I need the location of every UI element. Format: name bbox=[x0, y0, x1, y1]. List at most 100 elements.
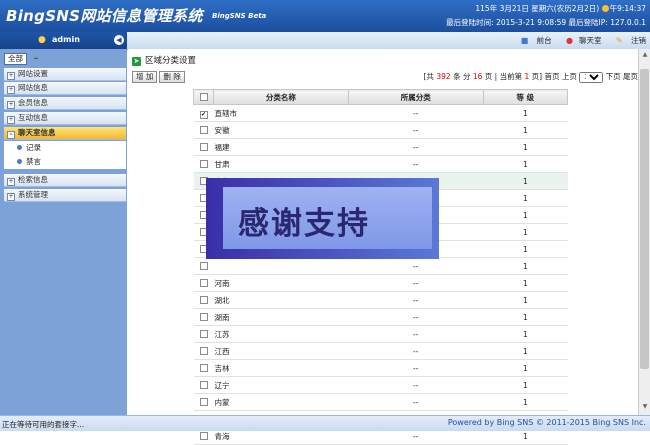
row-checkbox[interactable]: ✔ bbox=[199, 110, 208, 119]
level-cell: 1 bbox=[483, 172, 568, 190]
sidebar-item-site-settings[interactable]: + 网站设置 bbox=[4, 68, 126, 81]
row-select-cell[interactable] bbox=[193, 138, 214, 156]
row-select-cell[interactable] bbox=[193, 359, 214, 377]
collapse-all-icon[interactable]: – bbox=[34, 54, 39, 64]
add-button[interactable]: 增 加 bbox=[132, 71, 158, 83]
row-checkbox[interactable] bbox=[199, 261, 208, 270]
row-select-cell[interactable] bbox=[193, 325, 214, 343]
row-checkbox[interactable] bbox=[199, 142, 208, 151]
category-name-cell: 湖南 bbox=[213, 308, 349, 326]
table-row[interactable]: 辽宁 -- 1 bbox=[193, 376, 568, 394]
category-name-cell: 直辖市 bbox=[213, 104, 349, 122]
row-checkbox[interactable] bbox=[199, 363, 208, 372]
sidebar-item-site-info[interactable]: + 网站信息 bbox=[4, 82, 126, 95]
delete-button[interactable]: 删 除 bbox=[159, 71, 185, 83]
row-checkbox[interactable] bbox=[199, 312, 208, 321]
table-row[interactable]: 江苏 -- 1 bbox=[193, 325, 568, 343]
link-logout[interactable]: ✎ 注销 bbox=[610, 36, 646, 45]
parent-category-cell: -- bbox=[348, 155, 484, 173]
level-cell: 1 bbox=[483, 104, 568, 122]
sidebar-item-search-info[interactable]: + 检索信息 bbox=[4, 174, 126, 187]
select-all-header[interactable] bbox=[193, 89, 214, 105]
link-frontend[interactable]: ■ 前台 bbox=[515, 36, 552, 45]
parent-category-cell: -- bbox=[348, 104, 484, 122]
row-checkbox[interactable] bbox=[199, 329, 208, 338]
table-row[interactable]: 福建 -- 1 bbox=[193, 138, 568, 156]
table-row[interactable]: 江西 -- 1 bbox=[193, 342, 568, 360]
scroll-thumb[interactable] bbox=[640, 69, 649, 369]
level-cell: 1 bbox=[483, 325, 568, 343]
table-row[interactable]: ✔ 直辖市 -- 1 bbox=[193, 104, 568, 122]
submenu-item-records[interactable]: 记录 bbox=[4, 141, 126, 155]
row-checkbox[interactable] bbox=[199, 431, 208, 440]
table-row[interactable]: 湖北 -- 1 bbox=[193, 291, 568, 309]
row-checkbox[interactable] bbox=[199, 295, 208, 304]
row-select-cell[interactable] bbox=[193, 121, 214, 139]
level-cell: 1 bbox=[483, 206, 568, 224]
row-checkbox[interactable] bbox=[199, 125, 208, 134]
table-row[interactable]: 湖南 -- 1 bbox=[193, 308, 568, 326]
collapse-sidebar-icon[interactable]: ◀ bbox=[114, 35, 124, 45]
row-select-cell[interactable] bbox=[193, 393, 214, 411]
last-login-info: 最后登陆时间: 2015-3-21 9:08:59 最后登陆IP: 127.0.… bbox=[446, 18, 646, 27]
expand-all-button[interactable]: 全部 bbox=[4, 53, 27, 65]
pager-next-last[interactable]: 下页 尾页 bbox=[603, 72, 638, 81]
date-text: 115年 3月21日 星期六(农历2月2日) bbox=[475, 4, 600, 13]
table-row[interactable]: 河南 -- 1 bbox=[193, 274, 568, 292]
table-row[interactable]: 内蒙 -- 1 bbox=[193, 393, 568, 411]
copyright-text: Powered by Bing SNS © 2011-2015 Bing SNS… bbox=[447, 418, 646, 427]
row-checkbox[interactable] bbox=[199, 397, 208, 406]
scrollbar[interactable]: ▲ ▼ bbox=[638, 49, 650, 415]
row-checkbox[interactable] bbox=[199, 346, 208, 355]
logout-icon: ✎ bbox=[615, 36, 623, 45]
category-name-cell: 湖北 bbox=[213, 291, 349, 309]
parent-category-cell: -- bbox=[348, 325, 484, 343]
row-select-cell[interactable] bbox=[193, 376, 214, 394]
scroll-down-icon[interactable]: ▼ bbox=[640, 403, 650, 413]
table-row[interactable]: 甘肃 -- 1 bbox=[193, 155, 568, 173]
category-name-cell: 福建 bbox=[213, 138, 349, 156]
row-checkbox[interactable] bbox=[199, 159, 208, 168]
level-cell: 1 bbox=[483, 155, 568, 173]
table-row[interactable]: 吉林 -- 1 bbox=[193, 359, 568, 377]
level-cell: 1 bbox=[483, 342, 568, 360]
row-select-cell[interactable] bbox=[193, 308, 214, 326]
row-select-cell[interactable] bbox=[193, 274, 214, 292]
sidebar-item-chatroom-info[interactable]: – 聊天室信息 bbox=[4, 127, 126, 140]
row-checkbox[interactable] bbox=[199, 278, 208, 287]
row-checkbox[interactable] bbox=[199, 380, 208, 389]
expand-icon: + bbox=[7, 72, 15, 80]
row-select-cell[interactable] bbox=[193, 155, 214, 173]
row-select-cell[interactable] bbox=[193, 291, 214, 309]
category-name-cell bbox=[213, 257, 349, 275]
sidebar-item-system-admin[interactable]: + 系统管理 bbox=[4, 189, 126, 202]
category-name-cell: 辽宁 bbox=[213, 376, 349, 394]
parent-category-cell: -- bbox=[348, 359, 484, 377]
column-header-parent: 所属分类 bbox=[347, 89, 484, 105]
parent-category-cell: -- bbox=[348, 257, 484, 275]
scroll-up-icon[interactable]: ▲ bbox=[640, 51, 650, 61]
page-select[interactable]: 1 bbox=[579, 72, 604, 83]
total-pages: 16 bbox=[472, 72, 483, 81]
status-text: 正在等待可用的套接字... bbox=[2, 420, 85, 429]
sidebar-item-member-info[interactable]: + 会员信息 bbox=[4, 97, 126, 110]
username: admin bbox=[52, 35, 80, 44]
table-row[interactable]: 安徽 -- 1 bbox=[193, 121, 568, 139]
level-cell: 1 bbox=[483, 359, 568, 377]
expand-icon: + bbox=[7, 86, 15, 94]
parent-category-cell: -- bbox=[348, 393, 484, 411]
sidebar-item-interaction-info[interactable]: + 互动信息 bbox=[4, 112, 126, 125]
time-text: 午9:14:37 bbox=[609, 4, 646, 13]
row-select-cell[interactable] bbox=[193, 257, 214, 275]
total-count: 392 bbox=[436, 72, 451, 81]
table-row[interactable]: --1 bbox=[193, 257, 568, 275]
link-chatroom[interactable]: ● 聊天室 bbox=[560, 36, 601, 45]
row-select-cell[interactable] bbox=[193, 342, 214, 360]
app-beta-tag: BingSNS Beta bbox=[212, 12, 267, 20]
select-all-checkbox[interactable] bbox=[199, 92, 208, 101]
level-cell: 1 bbox=[483, 189, 568, 207]
row-select-cell[interactable]: ✔ bbox=[193, 104, 214, 122]
submenu-item-mute[interactable]: 禁言 bbox=[4, 155, 126, 169]
column-header-level: 等 级 bbox=[482, 89, 569, 105]
pager-nav-links[interactable]: 页] 首页 上页 bbox=[529, 72, 577, 81]
